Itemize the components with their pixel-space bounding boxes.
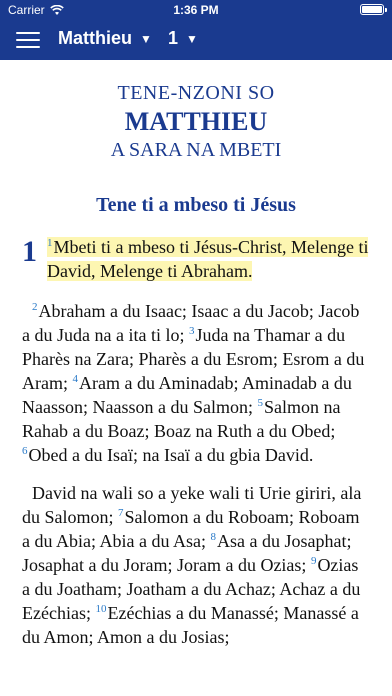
caret-down-icon: ▼	[140, 31, 152, 46]
book-sub-title: A SARA NA MBETI	[110, 139, 282, 161]
verse-number: 5	[257, 397, 263, 409]
verse-number: 10	[95, 603, 107, 615]
caret-down-icon: ▼	[186, 31, 198, 46]
section-heading: Tene ti a mbeso ti Jésus	[96, 194, 296, 216]
verse-text: Obed a du Isaï; na Isaï a du gbia David.	[28, 445, 314, 465]
reader-content[interactable]: TENE-NZONI SO MATTHIEU A SARA NA MBETI T…	[0, 60, 392, 696]
paragraph-3: David na wali so a yeke wali ti Urie gir…	[22, 481, 370, 649]
verse-number: 3	[188, 325, 195, 337]
hamburger-icon[interactable]	[16, 30, 42, 50]
verse-number: 6	[22, 445, 28, 457]
verse-number: 2	[32, 301, 38, 313]
chapter-number: 1	[22, 235, 37, 268]
verse-6[interactable]: 6Obed a du Isaï; na Isaï a du gbia David…	[22, 445, 313, 465]
verse-number: 8	[210, 531, 216, 543]
verse-number: 4	[72, 373, 78, 385]
paragraph-1: 1 1Mbeti ti a mbeso ti Jésus-Christ, Mel…	[22, 235, 370, 283]
navigation-bar: Matthieu ▼ 1 ▼	[0, 20, 392, 60]
verse-number: 1	[47, 237, 53, 249]
book-name: Matthieu	[58, 28, 132, 48]
verse-text: Mbeti ti a mbeso ti Jésus-Christ, Meleng…	[47, 237, 369, 281]
battery-icon	[360, 4, 387, 15]
paragraph-2: 2Abraham a du Isaac; Isaac a du Jacob; J…	[22, 299, 370, 467]
chapter-selector[interactable]: 1 ▼	[168, 28, 198, 49]
verse-number: 7	[118, 507, 124, 519]
verse-1[interactable]: 1Mbeti ti a mbeso ti Jésus-Christ, Melen…	[47, 237, 369, 281]
book-selector[interactable]: Matthieu ▼	[58, 28, 152, 49]
chapter-name: 1	[168, 28, 179, 48]
book-sup-title: TENE-NZONI SO	[117, 82, 275, 104]
book-title: MATTHIEU	[124, 107, 268, 136]
status-bar: Carrier 1:36 PM	[0, 0, 392, 20]
status-time: 1:36 PM	[173, 3, 219, 17]
verse-number: 9	[310, 555, 317, 567]
